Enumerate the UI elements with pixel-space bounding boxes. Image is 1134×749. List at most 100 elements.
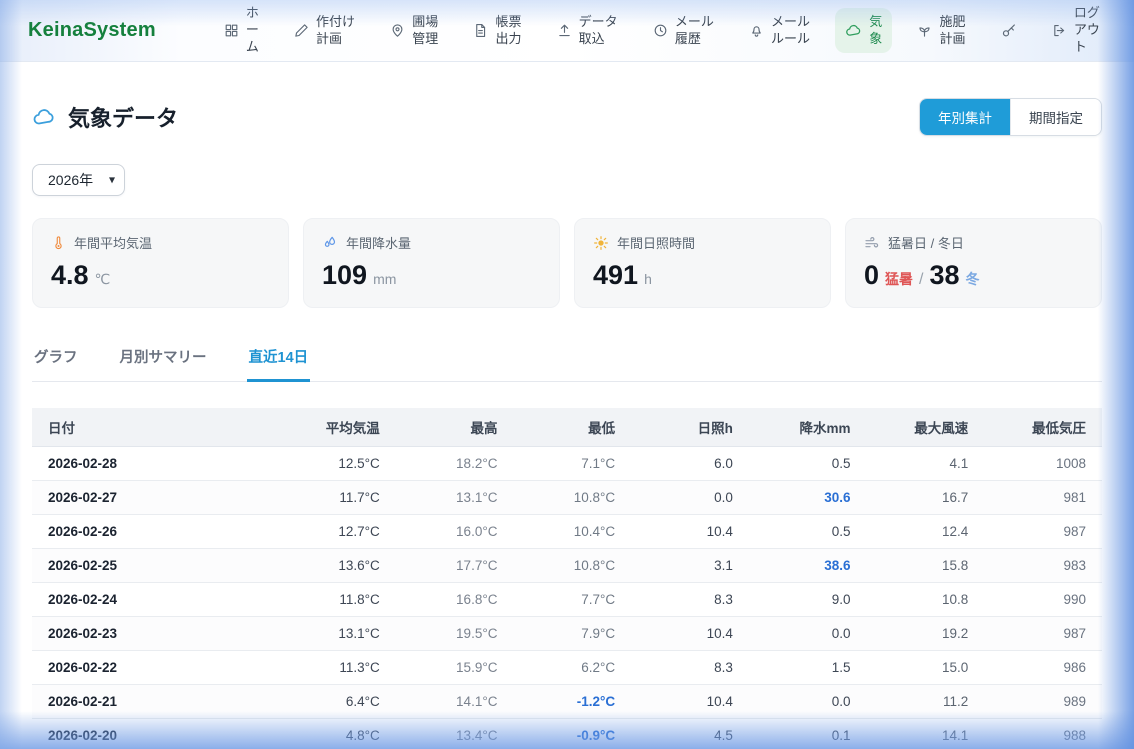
nav-item-weather[interactable]: 気 象 — [835, 8, 892, 54]
value-cell: 7.9°C — [513, 617, 631, 651]
value-cell: 19.5°C — [396, 617, 514, 651]
table-row: 2026-02-2812.5°C18.2°C7.1°C6.00.54.11008 — [32, 447, 1102, 481]
view-toggle-button-0[interactable]: 年別集計 — [920, 99, 1010, 135]
value-cell: 13.4°C — [396, 719, 514, 749]
view-toggle-button-1[interactable]: 期間指定 — [1010, 99, 1101, 135]
nav-item-planting-plan[interactable]: 作付け 計画 — [284, 8, 365, 54]
nav-item-label: ログ アウ ト — [1074, 5, 1100, 56]
nav-item-field-mgmt[interactable]: 圃場 管理 — [380, 8, 448, 54]
nav-item-logout[interactable]: ログ アウ ト — [1042, 0, 1110, 62]
value-cell: 13.1°C — [396, 481, 514, 515]
table-row: 2026-02-2211.3°C15.9°C6.2°C8.31.515.0986 — [32, 651, 1102, 685]
tab-last14[interactable]: 直近14日 — [247, 338, 311, 382]
stat-card-label: 年間降水量 — [346, 233, 411, 252]
upload-icon — [557, 23, 572, 38]
nav-item-label: 作付け 計画 — [316, 14, 355, 48]
value-cell: 15.0 — [867, 651, 985, 685]
value-cell: 0.0 — [749, 617, 867, 651]
value-cell: 7.7°C — [513, 583, 631, 617]
nav-item-fertilizer-plan[interactable]: 施肥 計画 — [907, 8, 975, 54]
value-cell: 14.1 — [867, 719, 985, 749]
date-cell: 2026-02-26 — [32, 515, 278, 549]
value-cell: -0.9°C — [513, 719, 631, 749]
stat-card-value-part: ℃ — [95, 271, 111, 288]
main-nav: ホ ー ム 作付け 計画圃場 管理帳票 出力データ 取込 メール 履歴メール ルール… — [214, 0, 1110, 62]
value-cell: 11.3°C — [278, 651, 396, 685]
stat-card-header: 年間平均気温 — [51, 233, 270, 252]
page-title: 気象データ — [32, 101, 178, 133]
grid-icon — [224, 23, 239, 38]
value-cell: 0.0 — [631, 481, 749, 515]
value-cell: 981 — [984, 481, 1102, 515]
sprout-icon — [917, 23, 932, 38]
table-row: 2026-02-2313.1°C19.5°C7.9°C10.40.019.298… — [32, 617, 1102, 651]
value-cell: 38.6 — [749, 549, 867, 583]
value-cell: 17.7°C — [396, 549, 514, 583]
stat-card-value-part: h — [644, 271, 652, 287]
value-cell: 10.4 — [631, 685, 749, 719]
value-cell: 15.9°C — [396, 651, 514, 685]
table-row: 2026-02-2612.7°C16.0°C10.4°C10.40.512.49… — [32, 515, 1102, 549]
value-cell: -1.2°C — [513, 685, 631, 719]
stat-card-value-part: 109 — [322, 260, 367, 291]
stat-card-3: 猛暑日 / 冬日0猛暑/38冬 — [845, 218, 1102, 308]
value-cell: 14.1°C — [396, 685, 514, 719]
value-cell: 10.4 — [631, 515, 749, 549]
value-cell: 7.1°C — [513, 447, 631, 481]
value-cell: 10.4°C — [513, 515, 631, 549]
value-cell: 10.8°C — [513, 481, 631, 515]
column-header: 日照h — [631, 408, 749, 447]
value-cell: 1008 — [984, 447, 1102, 481]
stat-card-header: 猛暑日 / 冬日 — [864, 233, 1083, 252]
map-pin-icon — [390, 23, 405, 38]
stat-card-value-part: 491 — [593, 260, 638, 291]
wind-icon — [864, 235, 880, 251]
table-row: 2026-02-2513.6°C17.7°C10.8°C3.138.615.89… — [32, 549, 1102, 583]
column-header: 平均気温 — [278, 408, 396, 447]
date-cell: 2026-02-20 — [32, 719, 278, 749]
value-cell: 4.8°C — [278, 719, 396, 749]
value-cell: 986 — [984, 651, 1102, 685]
nav-item-label: ホ ー ム — [246, 5, 259, 56]
nav-item-password[interactable] — [991, 17, 1027, 45]
stat-card-header: 年間降水量 — [322, 233, 541, 252]
value-cell: 12.7°C — [278, 515, 396, 549]
nav-item-data-import[interactable]: データ 取込 — [547, 8, 628, 54]
table-header: 日付平均気温最高最低日照h降水mm最大風速最低気圧 — [32, 408, 1102, 447]
nav-item-home[interactable]: ホ ー ム — [214, 0, 269, 62]
tab-monthly[interactable]: 月別サマリー — [118, 338, 209, 382]
value-cell: 12.4 — [867, 515, 985, 549]
table-row: 2026-02-2411.8°C16.8°C7.7°C8.39.010.8990 — [32, 583, 1102, 617]
stat-card-value-part: 38 — [929, 260, 959, 291]
app-logo: KeinaSystem — [28, 19, 156, 42]
stat-card-value-part: 0 — [864, 260, 879, 291]
nav-item-report-output[interactable]: 帳票 出力 — [463, 8, 531, 54]
tab-graph[interactable]: グラフ — [32, 338, 80, 382]
value-cell: 19.2 — [867, 617, 985, 651]
value-cell: 989 — [984, 685, 1102, 719]
value-cell: 6.2°C — [513, 651, 631, 685]
document-icon — [473, 23, 488, 38]
value-cell: 13.1°C — [278, 617, 396, 651]
content-tabs: グラフ月別サマリー直近14日 — [32, 338, 1102, 382]
stat-card-2: 年間日照時間 491 h — [574, 218, 831, 308]
value-cell: 987 — [984, 515, 1102, 549]
year-select[interactable]: 2026年 — [32, 164, 125, 196]
stat-card-value-part: mm — [373, 271, 396, 287]
nav-item-mail-rules[interactable]: メール ルール — [739, 8, 820, 54]
nav-item-label: メール 履歴 — [675, 14, 714, 48]
droplets-icon — [322, 235, 338, 251]
page-title-text: 気象データ — [68, 101, 178, 133]
date-cell: 2026-02-28 — [32, 447, 278, 481]
value-cell: 4.1 — [867, 447, 985, 481]
value-cell: 11.2 — [867, 685, 985, 719]
value-cell: 9.0 — [749, 583, 867, 617]
value-cell: 0.1 — [749, 719, 867, 749]
pencil-icon — [294, 23, 309, 38]
date-cell: 2026-02-23 — [32, 617, 278, 651]
key-icon — [1001, 23, 1017, 39]
stat-card-value: 109 mm — [322, 260, 541, 291]
nav-item-mail-history[interactable]: メール 履歴 — [643, 8, 724, 54]
column-header: 日付 — [32, 408, 278, 447]
stat-card-header: 年間日照時間 — [593, 233, 812, 252]
